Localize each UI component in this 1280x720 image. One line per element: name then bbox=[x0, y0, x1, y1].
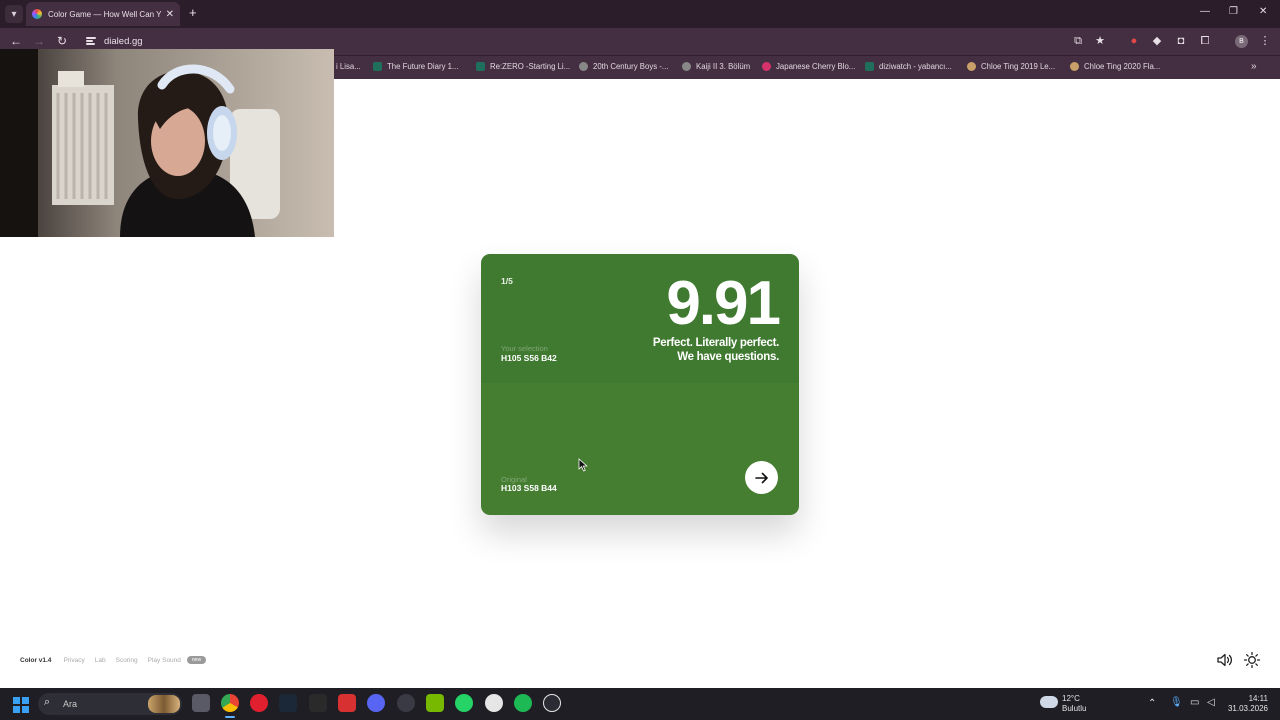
bookmark-favicon-icon bbox=[865, 62, 874, 71]
browser-tab[interactable]: Color Game — How Well Can Y ✕ bbox=[26, 2, 180, 26]
result-card: 1/5 9.91 Perfect. Literally perfect. We … bbox=[481, 254, 799, 515]
new-tab-plus-icon[interactable]: + bbox=[189, 6, 197, 20]
app-version: Color v1.4 bbox=[20, 656, 52, 664]
bookmark-item[interactable]: diziwatch - yabancı... bbox=[865, 62, 952, 71]
play-sound-link[interactable]: Play Sound bbox=[148, 657, 181, 664]
weather-description: Bulutlu bbox=[1062, 704, 1087, 713]
extension-diamond-icon[interactable]: ◆ bbox=[1151, 35, 1163, 47]
bookmark-item[interactable]: The Future Diary 1... bbox=[373, 62, 459, 71]
profile-avatar[interactable]: B bbox=[1235, 35, 1248, 48]
clock-date: 31.03.2026 bbox=[1227, 704, 1268, 713]
bookmark-item[interactable]: 20th Century Boys -... bbox=[579, 62, 668, 71]
privacy-link[interactable]: Privacy bbox=[63, 657, 84, 664]
bookmark-favicon-icon bbox=[373, 62, 382, 71]
system-clock[interactable]: 14:11 31.03.2026 bbox=[1222, 694, 1268, 714]
webcam-overlay bbox=[0, 49, 334, 237]
arrow-right-icon bbox=[754, 472, 768, 483]
back-arrow-icon[interactable]: ← bbox=[10, 34, 22, 48]
tab-title: Color Game — How Well Can Y bbox=[48, 9, 162, 19]
app-clock-icon[interactable] bbox=[397, 694, 415, 712]
page-footer: Color v1.4 Privacy Lab Scoring Play Soun… bbox=[20, 656, 207, 664]
windows-start-icon[interactable] bbox=[13, 697, 29, 713]
bookmark-favicon-icon bbox=[682, 62, 691, 71]
round-counter: 1/5 bbox=[501, 276, 513, 286]
app-red-icon[interactable] bbox=[338, 694, 356, 712]
selection-label: Your selection bbox=[501, 344, 548, 353]
search-icon: ⌕ bbox=[44, 696, 51, 708]
extension-adblock-icon[interactable]: ● bbox=[1128, 35, 1140, 47]
sound-toggle-icon[interactable] bbox=[1216, 651, 1234, 669]
webcam-feed-image bbox=[0, 49, 334, 237]
cast-icon[interactable]: ⧉ bbox=[1072, 35, 1084, 47]
browser-tab-bar: ▾ Color Game — How Well Can Y ✕ + — ❐ ✕ bbox=[0, 0, 1280, 28]
whatsapp-icon[interactable] bbox=[455, 694, 473, 712]
active-app-indicator bbox=[225, 716, 235, 718]
spotify-icon[interactable] bbox=[514, 694, 532, 712]
taskbar-search-box[interactable]: ⌕ Ara bbox=[38, 693, 182, 715]
panda-app-icon[interactable] bbox=[485, 694, 503, 712]
forward-arrow-icon[interactable]: → bbox=[33, 34, 45, 48]
extensions-puzzle-icon[interactable]: ⧠ bbox=[1199, 35, 1211, 47]
score-verdict: Perfect. Literally perfect. We have ques… bbox=[579, 336, 779, 364]
bookmark-favicon-icon bbox=[476, 62, 485, 71]
bookmark-item[interactable]: Japanese Cherry Blo... bbox=[762, 62, 855, 71]
bookmark-favicon-icon bbox=[762, 62, 771, 71]
scoring-link[interactable]: Scoring bbox=[116, 657, 138, 664]
bookmark-favicon-icon bbox=[1070, 62, 1079, 71]
chatgpt-icon[interactable] bbox=[543, 694, 561, 712]
verdict-line: Perfect. Literally perfect. bbox=[652, 337, 779, 349]
nvidia-icon[interactable] bbox=[426, 694, 444, 712]
weather-cloud-icon bbox=[1040, 696, 1058, 708]
color-wheel-icon bbox=[32, 9, 42, 19]
bookmark-item[interactable]: Chloe Ting 2020 Fla... bbox=[1070, 62, 1160, 71]
chrome-icon[interactable] bbox=[221, 694, 239, 712]
mouse-cursor-icon bbox=[578, 458, 588, 472]
minimize-icon[interactable]: — bbox=[1200, 6, 1210, 17]
original-swatch bbox=[481, 383, 799, 515]
clock-time: 14:11 bbox=[1248, 694, 1268, 703]
bookmark-eye-icon bbox=[579, 62, 588, 71]
kebab-menu-icon[interactable]: ⋮ bbox=[1259, 35, 1271, 47]
search-highlight-image bbox=[148, 695, 180, 713]
verdict-line: We have questions. bbox=[677, 351, 779, 363]
steam-icon[interactable] bbox=[279, 694, 297, 712]
new-badge: new bbox=[186, 656, 207, 664]
extension-shield-icon[interactable]: ◘ bbox=[1175, 35, 1187, 47]
bookmark-item[interactable]: i Lisa... bbox=[336, 62, 361, 71]
lab-link[interactable]: Lab bbox=[95, 657, 106, 664]
theme-toggle-sun-icon[interactable] bbox=[1243, 651, 1261, 669]
bookmark-item[interactable]: Re:ZERO -Starting Li... bbox=[476, 62, 570, 71]
bookmark-favicon-icon bbox=[967, 62, 976, 71]
score-value: 9.91 bbox=[666, 269, 781, 338]
url-field[interactable]: dialed.gg bbox=[104, 36, 143, 47]
selection-value: H105 S56 B42 bbox=[501, 353, 557, 363]
next-round-button[interactable] bbox=[745, 461, 778, 494]
restore-icon[interactable]: ❐ bbox=[1229, 6, 1238, 17]
bookmark-star-icon[interactable]: ★ bbox=[1094, 35, 1106, 47]
microphone-icon[interactable]: 🎙 bbox=[1170, 698, 1183, 708]
tray-chevron-up-icon[interactable]: ⌃ bbox=[1148, 699, 1156, 709]
original-value: H103 S58 B44 bbox=[501, 483, 557, 493]
more-bookmarks-chevron-icon[interactable]: » bbox=[1251, 61, 1257, 72]
search-placeholder: Ara bbox=[63, 699, 78, 709]
volume-icon[interactable]: ◁ bbox=[1207, 698, 1215, 708]
tab-search-chevron-icon[interactable]: ▾ bbox=[5, 5, 23, 23]
weather-widget[interactable]: 12°C Bulutlu bbox=[1062, 694, 1086, 714]
discord-icon[interactable] bbox=[367, 694, 385, 712]
bookmark-item[interactable]: Kaiji II 3. Bölüm bbox=[682, 62, 750, 71]
epic-games-icon[interactable] bbox=[309, 694, 327, 712]
site-info-icon[interactable] bbox=[86, 37, 96, 45]
reload-icon[interactable]: ↻ bbox=[57, 34, 67, 48]
network-icon[interactable]: ▭ bbox=[1190, 698, 1199, 708]
bookmark-item[interactable]: Chloe Ting 2019 Le... bbox=[967, 62, 1055, 71]
tab-close-icon[interactable]: ✕ bbox=[166, 9, 174, 20]
opera-icon[interactable] bbox=[250, 694, 268, 712]
file-explorer-icon[interactable] bbox=[192, 694, 210, 712]
window-close-icon[interactable]: ✕ bbox=[1259, 6, 1267, 17]
weather-temperature: 12°C bbox=[1062, 694, 1080, 703]
